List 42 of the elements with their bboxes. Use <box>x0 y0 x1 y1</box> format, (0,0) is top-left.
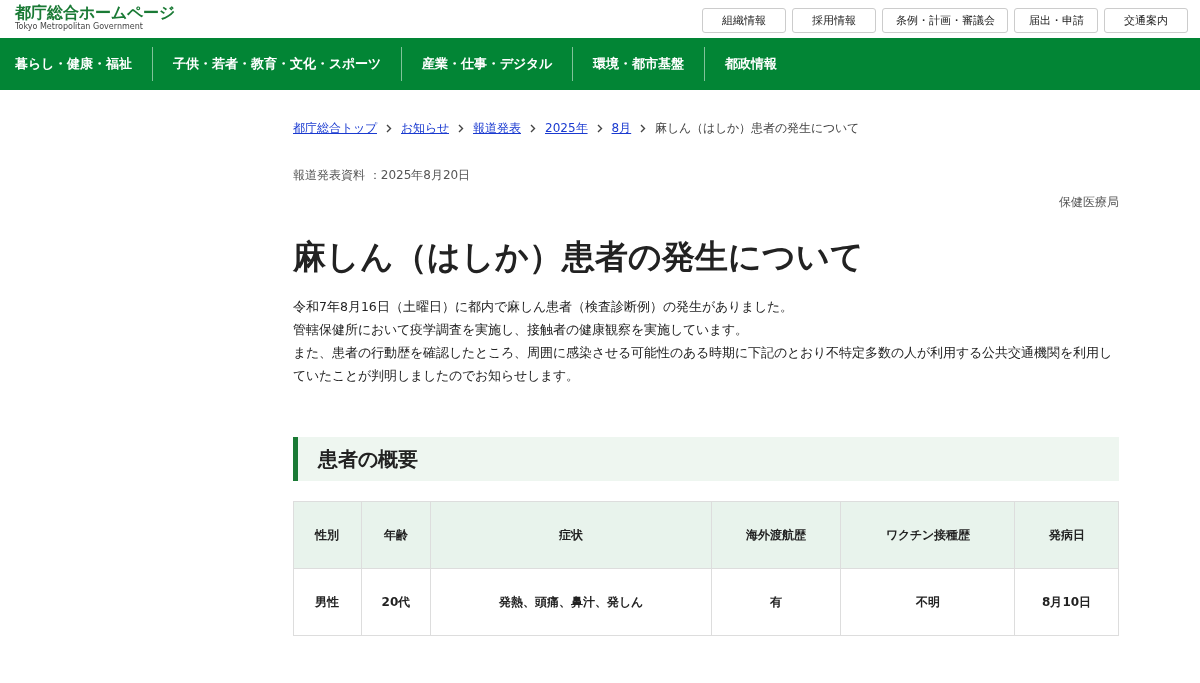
chevron-icon <box>386 124 392 133</box>
table-cell: 発熱、頭痛、鼻汁、発しん <box>430 568 711 636</box>
table-header-cell: 年齢 <box>361 501 431 569</box>
site-title[interactable]: 都庁総合ホームページ <box>15 4 175 22</box>
table-cell: 男性 <box>293 568 362 636</box>
body-text: 管轄保健所において疫学調査を実施し、接触者の健康観察を実施しています。 <box>293 321 749 339</box>
body-text: また、患者の行動歴を確認したところ、周囲に感染させる可能性のある時期に下記のとおり不特定多数の人が利用する公共交通機関を利用していたことが判明しましたのでお知らせします。 <box>293 344 1113 385</box>
nav-menu-item[interactable]: 子供・若者・教育・文化・スポーツ <box>153 47 402 81</box>
breadcrumb-link[interactable]: 都庁総合トップ <box>293 120 377 137</box>
table-header-cell: 性別 <box>293 501 362 569</box>
table-cell: 8月10日 <box>1014 568 1119 636</box>
utility-link-button[interactable]: 交通案内 <box>1104 8 1188 33</box>
table-cell: 20代 <box>361 568 431 636</box>
section-heading: 患者の概要 <box>293 437 1119 481</box>
breadcrumb-current: 麻しん（はしか）患者の発生について <box>655 120 860 137</box>
breadcrumb-link[interactable]: 8月 <box>611 120 632 137</box>
chevron-icon <box>458 124 464 133</box>
nav-menu-item[interactable]: 産業・仕事・デジタル <box>402 47 573 81</box>
site-subtitle: Tokyo Metropolitan Government <box>15 22 144 32</box>
breadcrumb-link[interactable]: お知らせ <box>401 120 449 137</box>
utility-link-button[interactable]: 組織情報 <box>702 8 786 33</box>
utility-link-button[interactable]: 採用情報 <box>792 8 876 33</box>
table-header-cell: 海外渡航歴 <box>711 501 841 569</box>
table-header-cell: 症状 <box>430 501 711 569</box>
release-date: 報道発表資料 ：2025年8月20日 <box>293 167 472 184</box>
chevron-icon <box>530 124 536 133</box>
nav-menu-item[interactable]: 暮らし・健康・福祉 <box>0 47 153 81</box>
page-title: 麻しん（はしか）患者の発生について <box>293 236 865 278</box>
chevron-icon <box>596 124 603 133</box>
utility-link-button[interactable]: 条例・計画・審議会 <box>882 8 1008 33</box>
table-header-cell: ワクチン接種歴 <box>840 501 1015 569</box>
nav-menu-item[interactable]: 都政情報 <box>705 47 797 81</box>
table-header-cell: 発病日 <box>1014 501 1119 569</box>
chevron-icon <box>640 124 647 133</box>
table-cell: 有 <box>711 568 841 636</box>
nav-menu-item[interactable]: 環境・都市基盤 <box>573 47 705 81</box>
breadcrumb-link[interactable]: 報道発表 <box>473 120 521 137</box>
table-cell: 不明 <box>840 568 1015 636</box>
breadcrumb-link[interactable]: 2025年 <box>545 120 588 137</box>
utility-link-button[interactable]: 届出・申請 <box>1014 8 1098 33</box>
department-name: 保健医療局 <box>1058 194 1119 211</box>
body-text: 令和7年8月16日（土曜日）に都内で麻しん患者（検査診断例）の発生がありました。 <box>293 298 794 316</box>
